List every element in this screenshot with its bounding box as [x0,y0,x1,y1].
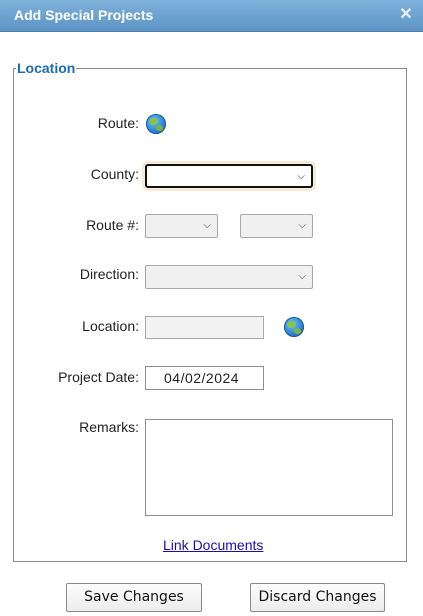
project-date-input[interactable]: 04/02/2024 [145,366,264,390]
remarks-textarea[interactable] [145,419,393,516]
county-select[interactable]: ⌵ [145,164,313,188]
route-prefix-select[interactable]: ⌵ [145,214,218,238]
route-number-label: Route #: [86,217,139,233]
county-label: County: [90,166,139,182]
chevron-down-icon: ⌵ [298,220,306,231]
remarks-label: Remarks: [79,419,139,435]
location-label: Location: [82,318,139,334]
save-changes-button[interactable]: Save Changes [66,583,202,612]
location-globe-icon[interactable] [284,317,304,337]
dialog-title-bar: Add Special Projects ✕ [0,0,423,32]
project-date-label: Project Date: [58,369,139,385]
route-globe-icon[interactable] [146,114,166,134]
direction-label: Direction: [79,266,139,282]
location-legend: Location [17,60,76,76]
close-icon[interactable]: ✕ [399,7,413,23]
link-documents-link[interactable]: Link Documents [163,537,263,553]
chevron-down-icon: ⌵ [298,271,306,282]
dialog-title: Add Special Projects [14,7,154,23]
route-label: Route: [97,115,139,131]
location-input[interactable] [145,316,264,339]
discard-changes-button[interactable]: Discard Changes [250,583,385,612]
chevron-down-icon: ⌵ [297,171,305,182]
direction-select[interactable]: ⌵ [145,265,313,289]
chevron-down-icon: ⌵ [203,220,211,231]
route-number-select[interactable]: ⌵ [240,214,313,238]
